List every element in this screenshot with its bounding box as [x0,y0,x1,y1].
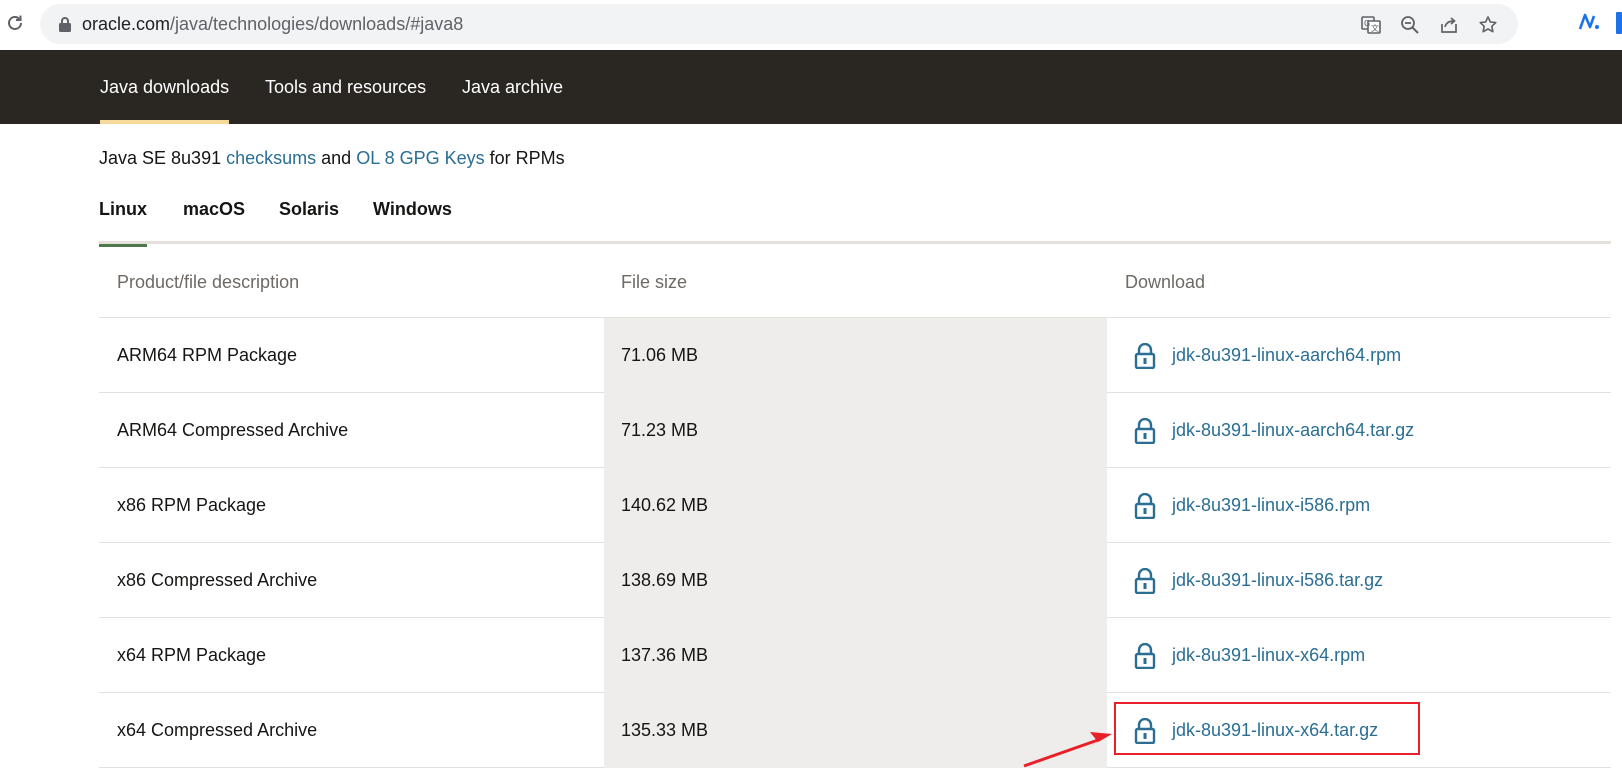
row-download[interactable]: jdk-8u391-linux-x64.rpm [1134,618,1365,693]
checksums-line: Java SE 8u391 checksums and OL 8 GPG Key… [99,148,565,169]
table-row: x64 RPM Package 137.36 MB jdk-8u391-linu… [99,618,1611,693]
row-description: x64 RPM Package [117,645,267,665]
row-size: 140.62 MB [621,495,709,515]
header-description: Product/file description [117,272,300,292]
lock-icon [1134,417,1156,444]
extension-icon-partial[interactable] [1616,12,1622,34]
row-description: x86 Compressed Archive [117,570,318,590]
lock-icon [1134,342,1156,369]
os-tabs: Linux macOS Solaris Windows [99,186,1611,247]
nav-java-archive[interactable]: Java archive [462,50,563,124]
annotation-arrow [1023,732,1112,768]
row-download[interactable]: jdk-8u391-linux-i586.tar.gz [1134,543,1383,618]
table-header: Product/file description File size Downl… [99,248,1611,318]
svg-text:文: 文 [1371,23,1379,33]
lock-icon [1134,642,1156,669]
downloads-table: Product/file description File size Downl… [99,248,1611,768]
header-download: Download [1125,272,1206,292]
reload-icon[interactable] [2,10,28,36]
table-row: ARM64 Compressed Archive 71.23 MB jdk-8u… [99,393,1611,468]
download-link[interactable]: jdk-8u391-linux-i586.tar.gz [1172,570,1383,591]
row-description: ARM64 RPM Package [117,345,298,365]
table-row: x86 Compressed Archive 138.69 MB jdk-8u3… [99,543,1611,618]
share-icon[interactable] [1438,14,1460,36]
row-download[interactable]: jdk-8u391-linux-i586.rpm [1134,468,1370,543]
checksums-suffix: for RPMs [489,148,565,168]
svg-text:G: G [1364,19,1370,28]
download-link[interactable]: jdk-8u391-linux-aarch64.rpm [1172,345,1401,366]
row-size: 135.33 MB [621,720,709,740]
row-description: x64 Compressed Archive [117,720,318,740]
nav-tools-and-resources[interactable]: Tools and resources [265,50,426,124]
download-link[interactable]: jdk-8u391-linux-aarch64.tar.gz [1172,420,1414,441]
java-top-nav: Java downloads Tools and resources Java … [0,50,1622,124]
row-size-cell: 71.23 MB [604,393,1107,468]
checksums-link[interactable]: checksums [226,148,316,168]
lock-icon [1134,567,1156,594]
row-size-cell: 140.62 MB [604,468,1107,543]
row-size-cell: 137.36 MB [604,618,1107,693]
url-text[interactable]: oracle.com/java/technologies/downloads/#… [82,14,463,35]
download-link[interactable]: jdk-8u391-linux-i586.rpm [1172,495,1370,516]
tab-macos[interactable]: macOS [183,186,245,244]
table-row: ARM64 RPM Package 71.06 MB jdk-8u391-lin… [99,318,1611,393]
download-link[interactable]: jdk-8u391-linux-x64.rpm [1172,645,1365,666]
star-icon[interactable] [1477,14,1499,36]
header-file-size: File size [621,272,688,292]
row-size: 71.06 MB [621,345,699,365]
row-size: 138.69 MB [621,570,709,590]
row-size-cell: 71.06 MB [604,318,1107,393]
checksums-prefix: Java SE 8u391 [99,148,222,168]
checksums-middle: and [321,148,352,168]
address-bar[interactable]: oracle.com/java/technologies/downloads/#… [40,4,1518,44]
row-download[interactable]: jdk-8u391-linux-aarch64.rpm [1134,318,1401,393]
browser-toolbar: oracle.com/java/technologies/downloads/#… [0,0,1622,50]
tab-windows[interactable]: Windows [373,186,452,244]
tab-solaris[interactable]: Solaris [279,186,339,244]
annotation-highlight-box [1114,702,1420,755]
table-row: x86 RPM Package 140.62 MB jdk-8u391-linu… [99,468,1611,543]
nav-java-downloads[interactable]: Java downloads [100,50,230,124]
extension-icon[interactable] [1578,11,1602,33]
translate-icon[interactable]: 文G [1360,14,1382,36]
row-description: ARM64 Compressed Archive [117,420,349,440]
row-download[interactable]: jdk-8u391-linux-aarch64.tar.gz [1134,393,1414,468]
zoom-out-icon[interactable] [1399,14,1421,36]
gpg-keys-link[interactable]: OL 8 GPG Keys [356,148,484,168]
row-size-cell: 138.69 MB [604,543,1107,618]
row-size: 137.36 MB [621,645,709,665]
row-description: x86 RPM Package [117,495,267,515]
lock-icon [1134,492,1156,519]
tab-linux[interactable]: Linux [99,186,147,247]
row-size: 71.23 MB [621,420,699,440]
lock-icon[interactable] [58,16,72,32]
